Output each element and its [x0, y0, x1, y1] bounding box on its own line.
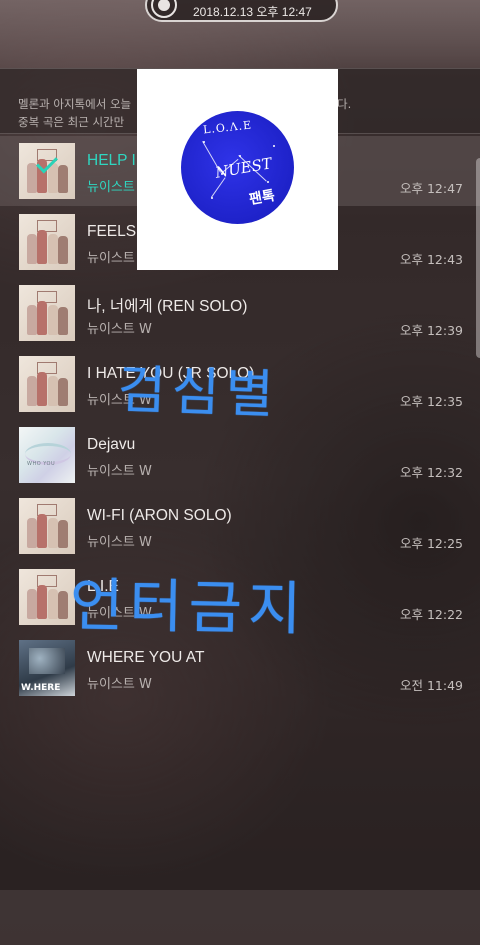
scrollbar-handle[interactable] [476, 158, 480, 358]
album-cover: W.HERE [19, 640, 75, 696]
album-cover [19, 356, 75, 412]
song-time: 오후 12:22 [400, 607, 463, 622]
song-time: 오후 12:35 [400, 394, 463, 409]
capture-timestamp: 2018.12.13 오후 12:47 [193, 5, 312, 19]
top-status-area: 2018.12.13 오후 12:47 [0, 0, 480, 68]
cover-text: W.HERE [21, 683, 61, 693]
record-icon [151, 0, 177, 18]
fan-talk-album-overlay: L.O.Λ.E NUEST 팬톡 [137, 69, 338, 270]
notice-line-1: 멜론과 아지톡에서 오늘 [18, 97, 132, 111]
song-time: 오후 12:32 [400, 465, 463, 480]
song-title: Dejavu [87, 436, 136, 453]
album-cover [19, 569, 75, 625]
list-item[interactable]: WHO YOU Dejavu 뉴이스트 W 오후 12:32 [0, 420, 480, 490]
song-artist: 뉴이스트 W [87, 322, 152, 337]
song-title: WHERE YOU AT [87, 649, 205, 666]
song-title: WI-FI (ARON SOLO) [87, 507, 232, 524]
watermark-line-1: 검심별 [116, 360, 281, 426]
album-cover [19, 143, 75, 199]
album-cover [19, 285, 75, 341]
album-cover [19, 214, 75, 270]
song-artist: 뉴이스트 W [87, 535, 152, 550]
song-time: 오후 12:47 [400, 181, 463, 196]
song-title: FEELS [87, 223, 137, 240]
song-time: 오후 12:43 [400, 252, 463, 267]
song-artist: 뉴이스트 [87, 180, 135, 195]
song-title: 나, 너에게 (REN SOLO) [87, 298, 248, 315]
capture-timestamp-pill: 2018.12.13 오후 12:47 [145, 0, 338, 22]
album-cover [19, 498, 75, 554]
bottom-bar [0, 890, 480, 945]
song-title: HELP I [87, 152, 136, 169]
song-artist: 뉴이스트 W [87, 464, 152, 479]
cover-small-text: WHO YOU [27, 461, 56, 467]
list-item[interactable]: WI-FI (ARON SOLO) 뉴이스트 W 오후 12:25 [0, 491, 480, 561]
notice-line-2: 중복 곡은 최근 시간만 [18, 115, 125, 129]
list-item[interactable]: 나, 너에게 (REN SOLO) 뉴이스트 W 오후 12:39 [0, 278, 480, 348]
song-time: 오전 11:49 [400, 678, 463, 693]
song-artist: 뉴이스트 W [87, 677, 152, 692]
song-time: 오후 12:25 [400, 536, 463, 551]
album-cover: WHO YOU [19, 427, 75, 483]
song-time: 오후 12:39 [400, 323, 463, 338]
watermark-line-2: 언터금지 [69, 570, 308, 644]
notice-line-1-suffix: 다. [337, 97, 352, 111]
